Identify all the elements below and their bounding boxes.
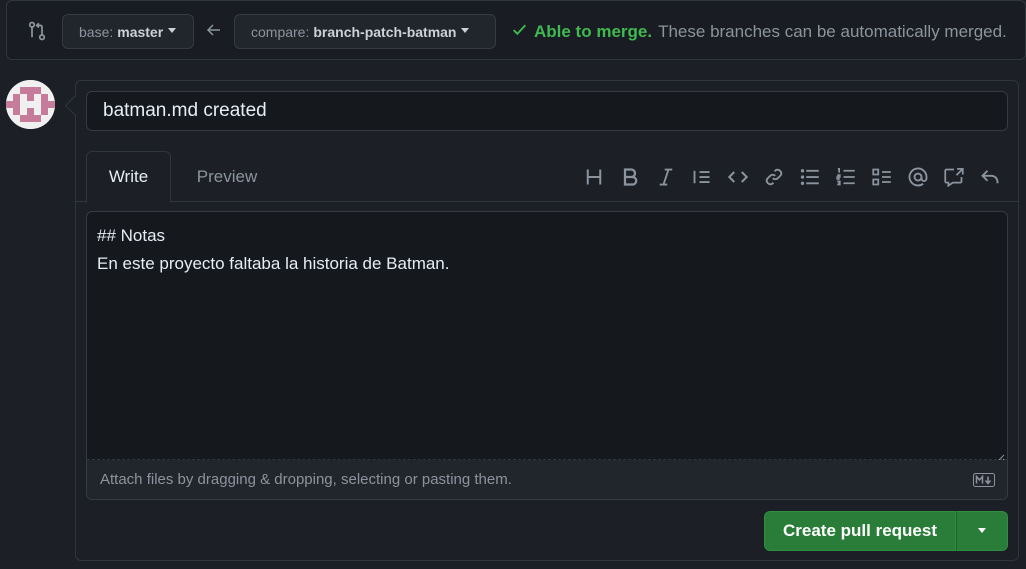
merge-ok-text: Able to merge. [534,22,653,41]
cross-reference-icon[interactable] [936,163,972,191]
chevron-down-icon [461,28,470,33]
avatar[interactable] [6,80,55,129]
base-branch-select[interactable]: base: master [62,14,194,49]
reply-icon[interactable] [972,163,1008,191]
create-pr-options-button[interactable] [956,511,1008,551]
compare-branch-name: branch-patch-batman [313,23,457,40]
bulleted-list-icon[interactable] [792,163,828,191]
comment-editor: Attach files by dragging & dropping, sel… [86,211,1008,500]
pr-title-input[interactable] [86,91,1008,131]
base-branch-prefix: base: [79,23,114,40]
attach-files-bar[interactable]: Attach files by dragging & dropping, sel… [87,460,1007,499]
task-list-icon[interactable] [864,163,900,191]
merge-description: These branches can be automatically merg… [658,22,1007,41]
heading-icon[interactable] [576,163,612,191]
italic-icon[interactable] [648,163,684,191]
chevron-down-icon [978,527,986,533]
compare-branch-prefix: compare: [251,23,310,40]
git-compare-icon [27,21,47,41]
editor-tab-bar: Write Preview [76,151,1018,203]
compare-bar: base: master compare: branch-patch-batma… [6,0,1026,60]
compare-branch-select[interactable]: compare: branch-patch-batman [234,14,496,49]
code-icon[interactable] [720,163,756,191]
markdown-icon[interactable] [973,473,995,487]
link-icon[interactable] [756,163,792,191]
create-pr-group: Create pull request [764,511,1008,551]
pull-request-form: Write Preview [75,80,1019,561]
create-pull-request-button[interactable]: Create pull request [764,511,956,551]
quote-icon[interactable] [684,163,720,191]
check-icon [511,21,528,43]
resize-handle-icon[interactable] [996,450,1005,463]
base-branch-name: master [117,23,164,40]
pr-body-textarea[interactable] [87,212,1007,460]
arrow-left-icon [206,22,222,38]
bold-icon[interactable] [612,163,648,191]
mention-icon[interactable] [900,163,936,191]
merge-status: Able to merge. These branches can be aut… [511,21,1007,43]
tab-write[interactable]: Write [86,151,171,203]
attach-files-text: Attach files by dragging & dropping, sel… [100,471,512,488]
markdown-toolbar [576,163,1008,191]
chevron-down-icon [168,28,177,33]
numbered-list-icon[interactable] [828,163,864,191]
tab-preview[interactable]: Preview [181,151,273,202]
